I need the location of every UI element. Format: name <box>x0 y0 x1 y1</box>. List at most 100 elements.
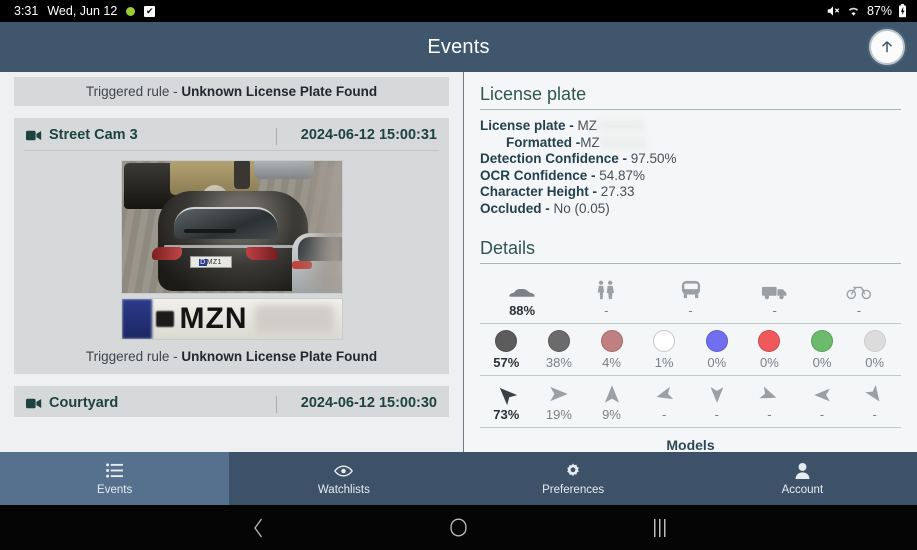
tab-events[interactable]: Events <box>0 452 230 505</box>
color-cell[interactable]: 57% <box>480 329 533 370</box>
vehicle-type-cell[interactable]: - <box>733 278 817 318</box>
field-value: No (0.05) <box>553 200 610 216</box>
field-occluded: Occluded - No (0.05) <box>480 201 901 218</box>
header-separator <box>276 128 277 145</box>
bicycle-icon <box>817 278 901 300</box>
license-plate-crop-image[interactable]: MZN <box>120 298 343 340</box>
plate-crop-scene: MZN <box>121 299 342 339</box>
vehicle-type-cell[interactable]: - <box>817 278 901 318</box>
tab-watchlists[interactable]: Watchlists <box>229 452 458 505</box>
direction-cell[interactable]: 73% <box>480 382 533 422</box>
recents-bars-icon[interactable] <box>645 505 675 550</box>
arrow-east-icon <box>533 382 586 404</box>
vehicle-type-cell[interactable]: - <box>648 278 732 318</box>
bus-icon <box>648 278 732 300</box>
tab-label: Account <box>781 483 824 496</box>
header-separator <box>276 396 277 413</box>
rule-name: Unknown License Plate Found <box>181 84 378 99</box>
direction-cell[interactable]: - <box>743 382 796 422</box>
plate-redacted-region <box>255 305 334 333</box>
tab-account[interactable]: Account <box>688 452 917 505</box>
color-value: 0% <box>865 354 885 370</box>
status-bar-right: 87% <box>826 4 907 18</box>
android-nav-bar <box>0 505 917 550</box>
direction-row: 73% 19% 9% - - - - - <box>480 376 901 428</box>
event-card-rule-label: Triggered rule - Unknown License Plate F… <box>24 340 439 364</box>
arrow-south-east-icon <box>848 382 901 404</box>
vehicle-type-cell[interactable]: 88% <box>480 278 564 318</box>
color-dot-red <box>758 329 781 352</box>
tab-label: Preferences <box>542 483 605 496</box>
color-cell[interactable]: 0% <box>848 329 901 370</box>
color-value: 38% <box>545 354 572 370</box>
pedestrian-icon <box>564 278 648 300</box>
vehicle-type-value: - <box>772 302 777 318</box>
direction-value: 73% <box>493 406 520 422</box>
direction-value: 9% <box>602 406 621 422</box>
direction-cell[interactable]: - <box>848 382 901 422</box>
vehicle-type-value: - <box>856 302 862 318</box>
arrow-northwest-icon <box>480 382 533 405</box>
rule-prefix: Triggered rule - <box>85 84 182 99</box>
license-plate-section-title: License plate <box>480 84 587 104</box>
direction-cell[interactable]: - <box>638 382 691 422</box>
field-label: OCR Confidence - <box>480 167 600 183</box>
events-list[interactable]: Triggered rule - Unknown License Plate F… <box>0 72 463 452</box>
person-icon <box>795 462 810 480</box>
event-card[interactable]: Street Cam 3 2024-06-12 15:00:31 DMZ1 MZ… <box>14 118 449 374</box>
arrow-south-icon <box>691 382 744 404</box>
color-cell[interactable]: 0% <box>796 329 849 370</box>
plate-crop-text: MZN <box>179 302 248 335</box>
back-chevron-icon[interactable] <box>243 505 273 550</box>
direction-cell[interactable]: 9% <box>585 382 638 422</box>
color-dot-gray <box>547 329 570 352</box>
color-cell[interactable]: 0% <box>691 329 744 370</box>
direction-value: - <box>662 406 667 422</box>
details-section-title: Details <box>480 237 536 258</box>
arrow-west-icon-2 <box>796 382 849 404</box>
camera-name-text: Courtyard <box>49 395 119 411</box>
color-value: 4% <box>602 354 621 370</box>
color-cell[interactable]: 4% <box>585 329 638 370</box>
event-card-header: Courtyard 2024-06-12 15:00:30 <box>24 394 439 413</box>
color-value: 57% <box>493 354 520 370</box>
color-cell[interactable]: 0% <box>743 329 796 370</box>
mute-icon <box>826 4 840 18</box>
arrow-southeast-icon <box>743 382 796 404</box>
color-dot-red-muted <box>600 329 623 352</box>
event-detail-panel[interactable]: License plate License plate - MZ Formatt… <box>464 72 917 452</box>
color-dot-dark-gray <box>495 329 518 352</box>
direction-cell[interactable]: - <box>796 382 849 422</box>
home-circle-icon[interactable] <box>443 505 473 550</box>
list-icon <box>106 462 124 480</box>
vehicle-type-value: - <box>604 302 609 318</box>
color-cell[interactable]: 38% <box>533 329 586 370</box>
direction-cell[interactable]: 19% <box>533 382 586 422</box>
field-character-height: Character Height - 27.33 <box>480 184 901 201</box>
tab-preferences[interactable]: Preferences <box>459 452 688 505</box>
field-label: Detection Confidence - <box>480 151 631 167</box>
android-status-bar: 3:31 Wed, Jun 12 ✔ 87% <box>0 0 917 22</box>
cctv-scene: DMZ1 <box>121 161 342 293</box>
vehicle-type-value: 88% <box>509 302 536 318</box>
checkbox-checked-icon: ✔ <box>144 5 156 17</box>
color-value: 0% <box>707 354 727 370</box>
video-camera-icon <box>26 130 42 141</box>
field-value: MZ <box>580 134 600 150</box>
direction-cell[interactable]: - <box>691 382 744 422</box>
scroll-to-top-button[interactable] <box>869 29 905 65</box>
section-underline <box>480 262 901 264</box>
event-card[interactable]: Courtyard 2024-06-12 15:00:30 <box>14 386 449 417</box>
vehicle-type-row: 88% - - - - <box>480 272 901 324</box>
bottom-tab-bar: Events Watchlists Preferences Account <box>0 452 917 505</box>
status-bar-left: 3:31 Wed, Jun 12 ✔ <box>14 4 156 18</box>
color-cell[interactable]: 1% <box>638 329 691 370</box>
arrow-up-icon <box>881 41 893 53</box>
event-rule-prefix: Triggered rule - <box>85 349 182 364</box>
vehicle-type-cell[interactable]: - <box>564 278 648 318</box>
arrow-north-icon <box>585 382 638 404</box>
vehicle-snapshot-image[interactable]: DMZ1 <box>120 160 343 294</box>
color-dot-light-gray <box>863 329 886 352</box>
field-label: Formatted - <box>506 134 581 150</box>
direction-value: - <box>714 406 719 422</box>
